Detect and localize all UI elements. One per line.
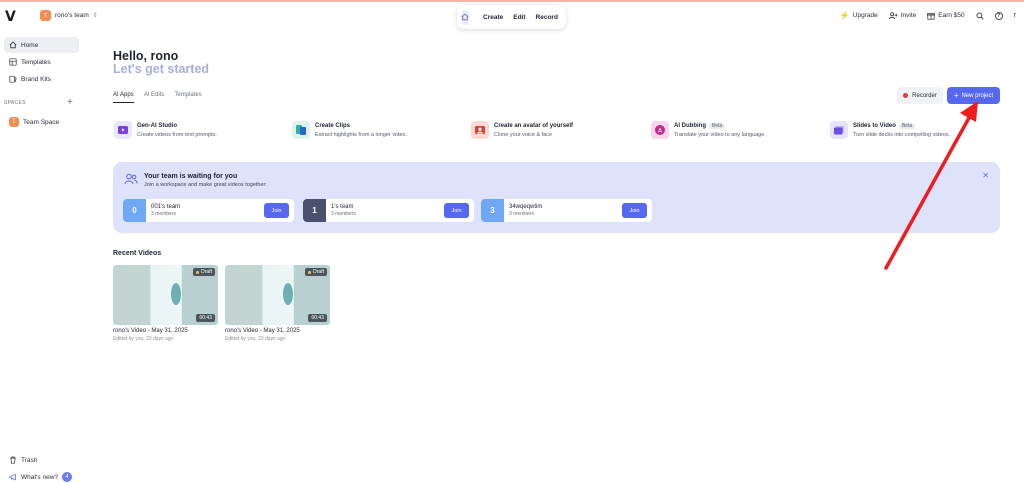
annotation-arrow bbox=[884, 101, 978, 270]
